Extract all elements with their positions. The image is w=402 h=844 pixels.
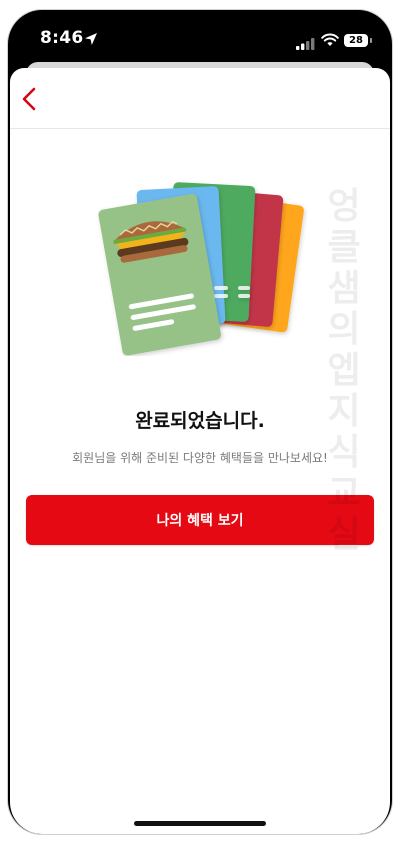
phone-frame: 8:46 28 완료되었습니다. 회원님을 위해 준비된 다양한 혜택들을 만나… (8, 10, 392, 834)
app-screen: 완료되었습니다. 회원님을 위해 준비된 다양한 혜택들을 만나보세요! 나의 … (10, 68, 390, 834)
wifi-icon (321, 32, 339, 51)
battery-tip (370, 38, 372, 43)
home-indicator (134, 821, 266, 826)
status-bar: 8:46 28 (8, 10, 392, 62)
benefit-cards-illustration (88, 180, 312, 360)
navigation-bar (10, 68, 390, 129)
chevron-left-icon (14, 87, 48, 120)
battery-icon: 28 (344, 34, 368, 47)
view-my-benefits-button[interactable]: 나의 혜택 보기 (26, 495, 374, 545)
location-arrow-icon (84, 31, 98, 50)
watermark: 엉클샘의엡지식교실 (327, 186, 361, 555)
battery-level: 28 (349, 35, 363, 46)
signal-bars-icon (296, 35, 316, 54)
view-my-benefits-label: 나의 혜택 보기 (156, 513, 244, 529)
back-button[interactable] (14, 82, 48, 116)
status-time: 8:46 (40, 28, 84, 48)
